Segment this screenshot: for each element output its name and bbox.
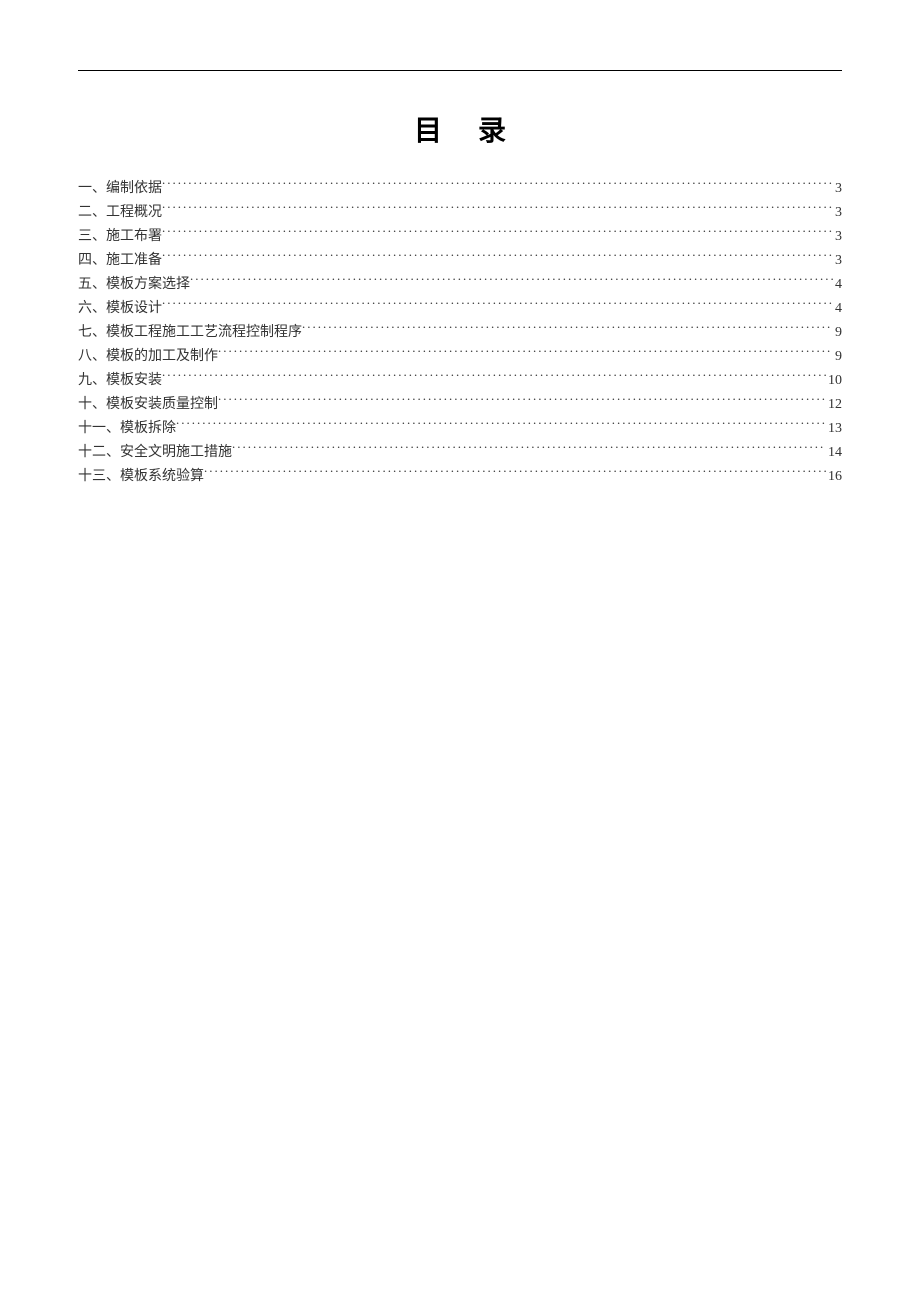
toc-label: 十、模板安装质量控制	[78, 393, 218, 417]
toc-leader	[162, 370, 826, 384]
toc-leader	[162, 226, 833, 240]
toc-leader	[218, 346, 833, 360]
toc-page-number: 16	[826, 465, 842, 489]
toc-leader	[204, 466, 826, 480]
toc-leader	[190, 274, 833, 288]
toc-label: 四、施工准备	[78, 249, 162, 273]
toc-page-number: 3	[833, 177, 842, 201]
toc-label: 十一、模板拆除	[78, 417, 176, 441]
toc-entry: 七、模板工程施工工艺流程控制程序 9	[78, 321, 842, 345]
toc-label: 八、模板的加工及制作	[78, 345, 218, 369]
toc-label: 一、编制依据	[78, 177, 162, 201]
document-page: 目录 一、编制依据 3 二、工程概况 3 三、施工布署 3 四、施工准备 3 五…	[0, 0, 920, 489]
toc-entry: 二、工程概况 3	[78, 201, 842, 225]
toc-entry: 十三、模板系统验算 16	[78, 465, 842, 489]
page-title: 目录	[78, 109, 842, 149]
toc-leader	[162, 250, 833, 264]
toc-page-number: 12	[826, 393, 842, 417]
toc-leader	[162, 202, 833, 216]
toc-page-number: 14	[826, 441, 842, 465]
toc-label: 七、模板工程施工工艺流程控制程序	[78, 321, 302, 345]
toc-page-number: 3	[833, 201, 842, 225]
toc-label: 三、施工布署	[78, 225, 162, 249]
toc-page-number: 10	[826, 369, 842, 393]
toc-leader	[218, 394, 826, 408]
toc-leader	[232, 442, 826, 456]
toc-page-number: 13	[826, 417, 842, 441]
toc-entry: 十、模板安装质量控制 12	[78, 393, 842, 417]
toc-entry: 九、模板安装 10	[78, 369, 842, 393]
toc-label: 五、模板方案选择	[78, 273, 190, 297]
table-of-contents: 一、编制依据 3 二、工程概况 3 三、施工布署 3 四、施工准备 3 五、模板…	[78, 177, 842, 489]
toc-label: 九、模板安装	[78, 369, 162, 393]
toc-entry: 五、模板方案选择 4	[78, 273, 842, 297]
toc-page-number: 9	[833, 345, 842, 369]
toc-page-number: 9	[833, 321, 842, 345]
toc-leader	[162, 178, 833, 192]
toc-leader	[176, 418, 826, 432]
toc-page-number: 3	[833, 225, 842, 249]
toc-leader	[302, 322, 833, 336]
toc-entry: 四、施工准备 3	[78, 249, 842, 273]
toc-label: 六、模板设计	[78, 297, 162, 321]
toc-entry: 十一、模板拆除 13	[78, 417, 842, 441]
toc-label: 二、工程概况	[78, 201, 162, 225]
toc-entry: 八、模板的加工及制作 9	[78, 345, 842, 369]
toc-entry: 一、编制依据 3	[78, 177, 842, 201]
toc-entry: 六、模板设计 4	[78, 297, 842, 321]
toc-page-number: 3	[833, 249, 842, 273]
toc-leader	[162, 298, 833, 312]
toc-page-number: 4	[833, 297, 842, 321]
toc-entry: 十二、安全文明施工措施 14	[78, 441, 842, 465]
header-rule	[78, 70, 842, 71]
toc-page-number: 4	[833, 273, 842, 297]
toc-label: 十二、安全文明施工措施	[78, 441, 232, 465]
toc-entry: 三、施工布署 3	[78, 225, 842, 249]
toc-label: 十三、模板系统验算	[78, 465, 204, 489]
